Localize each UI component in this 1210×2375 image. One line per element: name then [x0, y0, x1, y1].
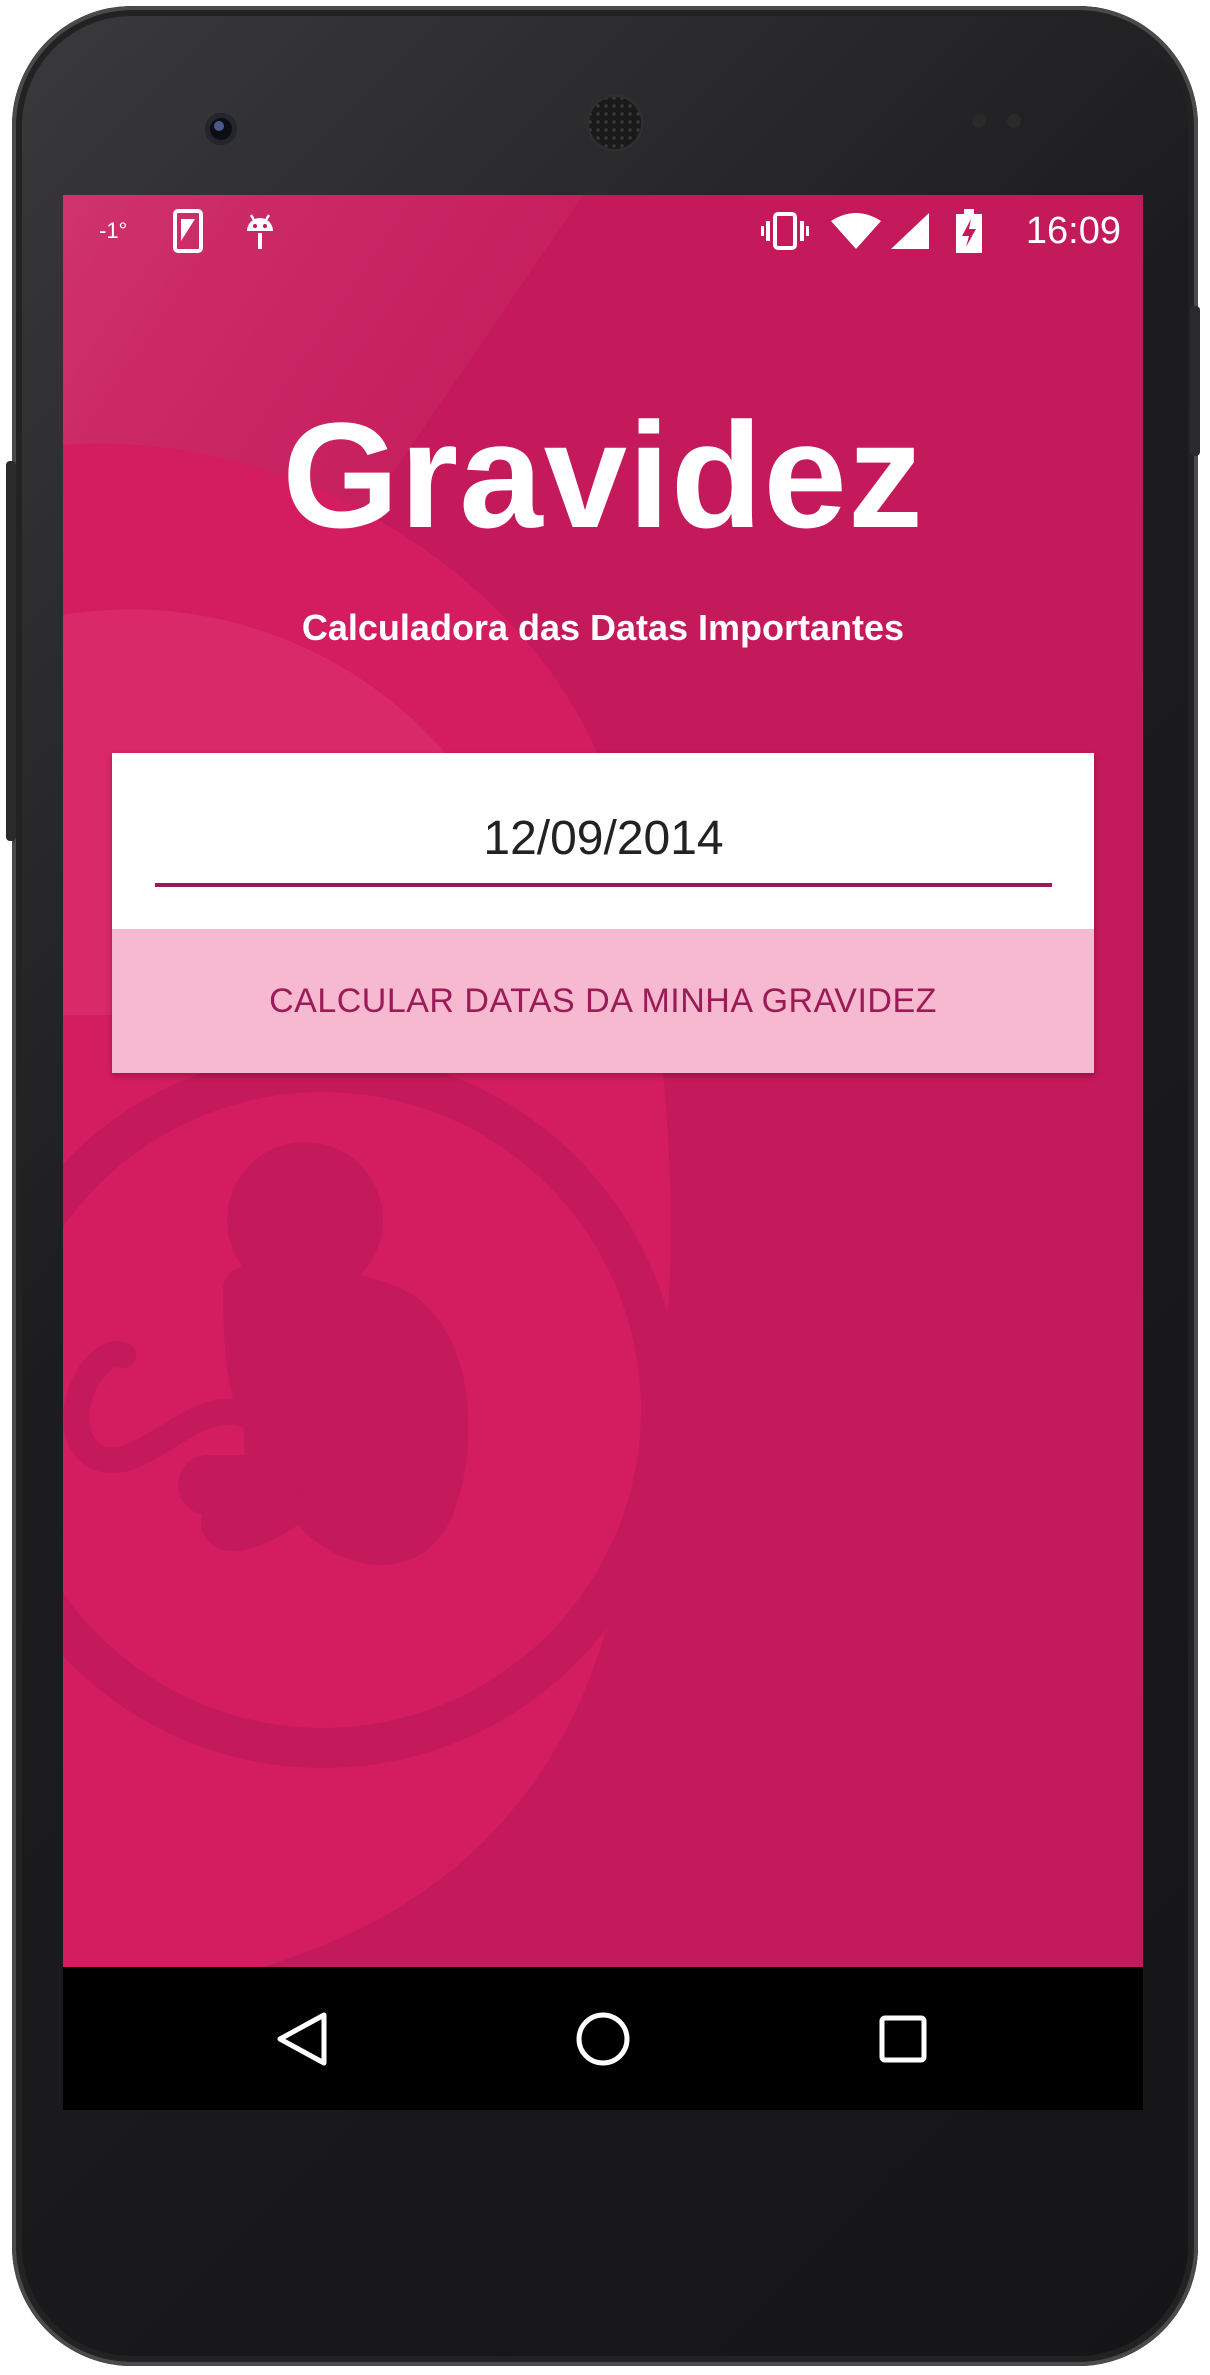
- navigation-bar: [63, 1967, 1143, 2110]
- calculate-dates-button[interactable]: CALCULAR DATAS DA MINHA GRAVIDEZ: [112, 929, 1094, 1073]
- cell-signal-icon: [889, 195, 929, 267]
- app-subtitle: Calculadora das Datas Importantes: [301, 607, 905, 648]
- date-field-container: [112, 753, 1094, 929]
- power-button: [6, 461, 16, 841]
- back-icon[interactable]: [266, 2003, 338, 2075]
- temperature-indicator: -1°: [99, 218, 128, 243]
- volume-button: [1190, 306, 1200, 456]
- home-icon[interactable]: [567, 2003, 639, 2075]
- wifi-icon: [831, 195, 881, 267]
- app-screen: -1° 16:09 Gravidez Calculadora das Datas…: [63, 195, 1143, 1967]
- date-input[interactable]: [155, 793, 1052, 887]
- status-bar: -1° 16:09: [63, 195, 1143, 267]
- vibrate-icon: [761, 195, 809, 267]
- battery-charging-icon: [956, 195, 982, 267]
- front-camera: [205, 113, 237, 145]
- date-form-card: CALCULAR DATAS DA MINHA GRAVIDEZ: [112, 753, 1094, 1073]
- app-title: Gravidez: [282, 391, 924, 559]
- ring-notch: [637, 1538, 669, 1582]
- proximity-sensor: [972, 114, 986, 128]
- phone-screen-icon: [173, 195, 203, 267]
- light-sensor: [1007, 114, 1021, 128]
- clock: 16:09: [1025, 209, 1121, 252]
- recents-icon[interactable]: [867, 2003, 939, 2075]
- earpiece-speaker: [586, 94, 644, 152]
- android-debug-icon: [243, 195, 277, 267]
